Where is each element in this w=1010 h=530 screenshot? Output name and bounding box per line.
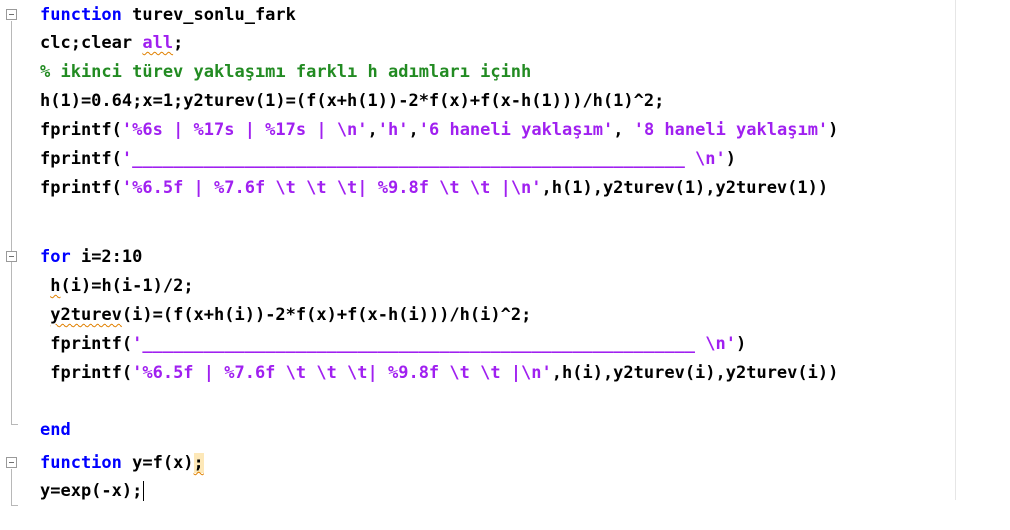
fold-guide [11, 21, 12, 424]
code-line-11[interactable]: fprintf('_______________________________… [40, 331, 746, 357]
string-literal: '8 haneli yaklaşım' [633, 120, 829, 140]
fold-toggle-icon[interactable] [6, 9, 17, 20]
code-text: fprintf( [40, 149, 122, 169]
code-text: (i)=h(i-1)/2; [60, 276, 194, 296]
keyword: for [40, 247, 71, 267]
code-text: fprintf( [40, 334, 133, 354]
keyword: function [40, 453, 122, 473]
code-line-4[interactable]: h(1)=0.64;x=1;y2turev(1)=(f(x+h(1))-2*f(… [40, 88, 664, 114]
keyword: end [40, 420, 71, 440]
fold-guide [11, 469, 12, 505]
string-literal: '%6.5f | %7.6f \t \t \t| %9.8f \t \t |\n… [121, 178, 542, 198]
right-margin-line [955, 0, 956, 500]
text-cursor [143, 481, 145, 501]
string-literal: '_______________________________________… [132, 334, 736, 354]
string-literal: all [142, 33, 174, 53]
code-editor[interactable]: function turev_sonlu_fark clc;clear all;… [0, 0, 1010, 530]
code-text: , [367, 120, 378, 140]
code-line-8[interactable]: for i=2:10 [40, 244, 142, 270]
code-text: fprintf( [40, 178, 122, 198]
string-literal: '%6s | %17s | %17s | \n' [121, 120, 368, 140]
string-literal: '%6.5f | %7.6f \t \t \t| %9.8f \t \t |\n… [132, 363, 552, 383]
code-line-14[interactable]: function y=f(x); [40, 450, 204, 476]
code-text: ,h(1),y2turev(1),y2turev(1)) [541, 178, 829, 198]
code-text: turev_sonlu_fark [121, 5, 296, 25]
code-text: h(1)=0.64;x=1;y2turev(1)=(f(x+h(1))-2*f(… [40, 91, 665, 111]
string-literal: '6 haneli yaklaşım' [418, 120, 614, 140]
code-text: ) [828, 120, 839, 140]
string-literal: '_______________________________________… [121, 149, 726, 169]
code-line-13[interactable]: end [40, 417, 71, 443]
code-text: ; [173, 33, 184, 53]
fold-toggle-icon[interactable] [6, 457, 17, 468]
code-text: clc;clear [40, 33, 143, 53]
comment: % ikinci türev yaklaşımı farklı h adımla… [40, 62, 532, 82]
code-text: (i)=(f(x+h(i))-2*f(x)+f(x-h(i)))/h(i)^2; [121, 305, 532, 325]
code-line-15[interactable]: y=exp(-x); [40, 478, 145, 504]
code-text: y=f(x) [121, 453, 194, 473]
code-line-9[interactable]: h(i)=h(i-1)/2; [40, 273, 194, 299]
code-text: , [408, 120, 419, 140]
fold-toggle-icon[interactable] [6, 251, 17, 262]
code-text: h [50, 276, 61, 296]
code-line-5[interactable]: fprintf('%6s | %17s | %17s | \n','h','6 … [40, 117, 838, 143]
code-line-3[interactable]: % ikinci türev yaklaşımı farklı h adımla… [40, 59, 531, 85]
code-text: ) [725, 149, 736, 169]
code-line-2[interactable]: clc;clear all; [40, 30, 183, 56]
fold-end-marker [11, 424, 18, 425]
code-text: ) [735, 334, 747, 354]
code-text: , [613, 120, 634, 140]
code-text: y2turev [50, 305, 122, 325]
code-text: y=exp(-x); [40, 481, 143, 501]
code-text: fprintf( [40, 363, 133, 383]
code-line-12[interactable]: fprintf('%6.5f | %7.6f \t \t \t| %9.8f \… [40, 360, 838, 386]
code-text: ,h(i),y2turev(i),y2turev(i)) [551, 363, 839, 383]
code-text: i=2:10 [70, 247, 143, 267]
string-literal: 'h' [377, 120, 409, 140]
keyword: function [40, 5, 122, 25]
code-text: fprintf( [40, 120, 122, 140]
code-line-10[interactable]: y2turev(i)=(f(x+h(i))-2*f(x)+f(x-h(i)))/… [40, 302, 531, 328]
code-line-7[interactable]: fprintf('%6.5f | %7.6f \t \t \t| %9.8f \… [40, 175, 828, 201]
code-line-6[interactable]: fprintf('_______________________________… [40, 146, 736, 172]
fold-end-marker [11, 505, 18, 506]
code-text: ; [193, 453, 204, 473]
code-line-1[interactable]: function turev_sonlu_fark [40, 2, 296, 28]
